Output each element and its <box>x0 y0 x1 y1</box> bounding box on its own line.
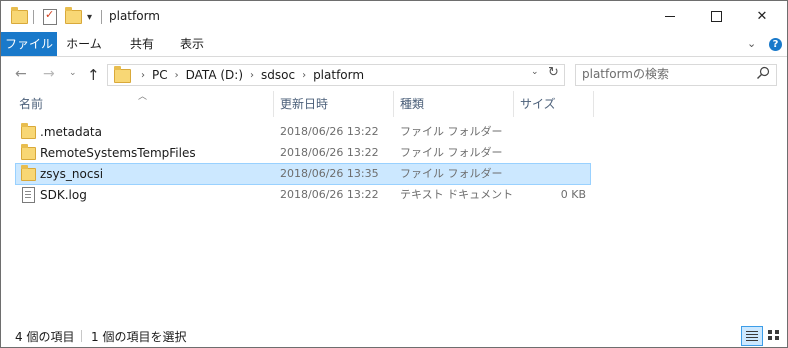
column-header-type[interactable]: 種類 <box>393 91 514 117</box>
file-row-remotesystemstempfiles[interactable]: RemoteSystemsTempFiles 2018/06/26 13:22 … <box>15 142 591 164</box>
folder-icon <box>11 7 28 26</box>
close-icon: ✕ <box>756 9 768 24</box>
breadcrumb-chevron-icon[interactable]: › <box>302 70 306 81</box>
status-divider <box>81 330 82 342</box>
window-title: platform <box>109 9 160 23</box>
status-bar: 4 個の項目 1 個の項目を選択 <box>1 323 787 347</box>
address-history-chevron-icon[interactable]: ⌄ <box>531 67 539 77</box>
navigation-bar: ← → ⌄ ↑ › PC › DATA (D:) › sdsoc › platf… <box>1 57 787 91</box>
breadcrumb-pc[interactable]: PC <box>152 68 168 82</box>
toolbar-divider <box>33 10 34 24</box>
file-size: 0 KB <box>560 188 586 201</box>
text-file-icon <box>22 187 35 203</box>
back-arrow-icon[interactable]: ← <box>15 66 27 82</box>
search-input[interactable] <box>582 66 747 82</box>
file-size <box>520 164 586 184</box>
breadcrumb-chevron-icon[interactable]: › <box>250 70 254 81</box>
breadcrumb-platform[interactable]: platform <box>313 68 364 82</box>
column-header-size[interactable]: サイズ <box>513 91 594 117</box>
large-icons-view-icon[interactable] <box>765 326 783 344</box>
refresh-icon[interactable]: ↻ <box>548 65 559 80</box>
maximize-icon <box>710 11 722 22</box>
status-item-count: 4 個の項目 <box>15 330 75 344</box>
column-divider[interactable] <box>593 91 594 117</box>
file-date: 2018/06/26 13:35 <box>280 167 379 180</box>
column-header-name[interactable]: 名前 <box>13 91 275 117</box>
breadcrumb: › PC › DATA (D:) › sdsoc › platform <box>134 67 364 83</box>
column-headers: 名前 更新日時 種類 サイズ <box>1 91 787 117</box>
file-type: ファイル フォルダー <box>400 125 503 138</box>
minimize-button[interactable] <box>647 1 693 32</box>
breadcrumb-chevron-icon[interactable]: › <box>175 70 179 81</box>
title-bar: ▾ platform ✕ <box>1 1 787 32</box>
file-name: .metadata <box>40 125 102 139</box>
minimize-icon <box>665 16 675 17</box>
folder-icon <box>21 144 36 160</box>
file-name: SDK.log <box>40 188 87 202</box>
breadcrumb-sdsoc[interactable]: sdsoc <box>261 68 295 82</box>
breadcrumb-data-drive[interactable]: DATA (D:) <box>186 68 243 82</box>
maximize-button[interactable] <box>693 1 739 32</box>
address-bar[interactable]: › PC › DATA (D:) › sdsoc › platform ⌄ ↻ <box>107 64 565 86</box>
toolbar-divider <box>101 10 102 24</box>
file-row-sdk-log[interactable]: SDK.log 2018/06/26 13:22 テキスト ドキュメント 0 K… <box>15 184 591 206</box>
file-size <box>520 143 586 163</box>
up-arrow-icon[interactable]: ↑ <box>87 66 100 84</box>
close-button[interactable]: ✕ <box>739 1 785 32</box>
expand-ribbon-chevron-icon[interactable]: ⌄ <box>747 37 756 50</box>
explorer-window: ▾ platform ✕ ファイル ホーム 共有 表示 ⌄ ? ← → ⌄ ↑ … <box>0 0 788 348</box>
search-box[interactable] <box>575 64 777 86</box>
file-size <box>520 122 586 142</box>
folder-icon <box>21 165 36 181</box>
file-date: 2018/06/26 13:22 <box>280 125 379 138</box>
customize-toolbar-chevron-icon[interactable]: ▾ <box>87 8 92 26</box>
forward-arrow-icon[interactable]: → <box>43 66 55 82</box>
file-date: 2018/06/26 13:22 <box>280 188 379 201</box>
column-header-date[interactable]: 更新日時 <box>273 91 394 117</box>
address-folder-icon <box>114 66 131 83</box>
recent-locations-chevron-icon[interactable]: ⌄ <box>69 68 77 78</box>
ribbon-tabs: ファイル ホーム 共有 表示 ⌄ ? <box>1 32 787 57</box>
properties-icon[interactable] <box>43 8 57 26</box>
file-row-zsys-nocsi[interactable]: zsys_nocsi 2018/06/26 13:35 ファイル フォルダー <box>15 163 591 185</box>
search-icon[interactable] <box>756 66 770 80</box>
file-name: zsys_nocsi <box>40 167 104 181</box>
file-type: テキスト ドキュメント <box>400 188 514 201</box>
tab-share[interactable]: 共有 <box>119 32 165 56</box>
new-folder-icon[interactable] <box>65 7 82 26</box>
folder-icon <box>21 123 36 139</box>
details-view-icon[interactable] <box>741 326 763 346</box>
file-type: ファイル フォルダー <box>400 146 503 159</box>
file-type: ファイル フォルダー <box>400 167 503 180</box>
status-selection: 1 個の項目を選択 <box>91 330 187 344</box>
tab-view[interactable]: 表示 <box>169 32 215 56</box>
help-icon[interactable]: ? <box>769 38 782 51</box>
tab-file[interactable]: ファイル <box>1 32 57 56</box>
tab-home[interactable]: ホーム <box>61 32 107 56</box>
file-date: 2018/06/26 13:22 <box>280 146 379 159</box>
file-row-metadata[interactable]: .metadata 2018/06/26 13:22 ファイル フォルダー <box>15 121 591 143</box>
breadcrumb-chevron-icon[interactable]: › <box>141 70 145 81</box>
file-name: RemoteSystemsTempFiles <box>40 146 196 160</box>
